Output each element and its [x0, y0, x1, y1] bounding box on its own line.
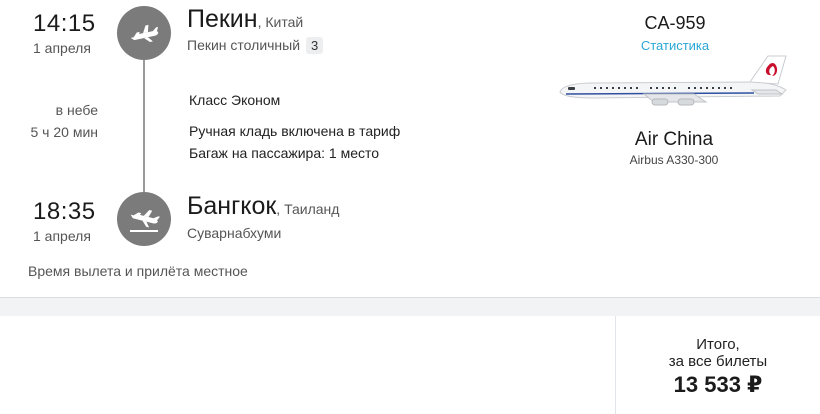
departure-airport: Пекин столичный 3	[187, 37, 324, 54]
arrival-country: , Таиланд	[276, 201, 340, 217]
departure-circle	[117, 6, 171, 60]
inflight-label: в небе	[55, 102, 98, 118]
plane-takeoff-icon	[130, 24, 159, 42]
total-label-line2: за все билеты	[668, 353, 768, 370]
departure-country: , Китай	[257, 14, 304, 30]
inflight-duration: 5 ч 20 мин	[30, 124, 99, 140]
arrival-circle	[117, 192, 171, 246]
section-gap	[0, 298, 820, 316]
summary-divider	[615, 316, 616, 414]
price-summary-bar: Итого, за все билеты 13 533 ₽	[0, 316, 820, 414]
total-label-line1: Итого,	[696, 336, 740, 353]
arrival-airport: Суварнабхуми	[187, 225, 282, 241]
total-label: Итого, за все билеты	[618, 336, 818, 370]
arrival-time: 18:35	[33, 198, 96, 225]
arrival-city: Бангкок, Таиланд	[187, 192, 339, 221]
terminal-badge: 3	[306, 37, 324, 54]
departure-time: 14:15	[33, 10, 96, 37]
departure-city: Пекин, Китай	[187, 5, 303, 34]
flight-details-card: 14:15 1 апреля Пекин, Китай Пекин столич…	[0, 0, 820, 298]
arrival-city-name: Бангкок	[187, 192, 277, 220]
total-price: 13 533 ₽	[673, 372, 763, 397]
carry-on-info: Ручная кладь включена в тариф	[189, 123, 401, 139]
airline-aircraft-image	[554, 50, 794, 117]
departure-airport-name: Пекин столичный	[187, 37, 301, 53]
flight-number: CA-959	[644, 13, 706, 33]
fare-class: Класс Эконом	[189, 92, 281, 108]
baggage-info: Багаж на пассажира: 1 место	[189, 145, 380, 161]
timeline-line	[143, 58, 145, 192]
airline-name: Air China	[634, 129, 714, 150]
departure-city-name: Пекин	[187, 5, 258, 33]
plane-landing-icon	[130, 210, 161, 232]
arrival-date: 1 апреля	[33, 228, 91, 244]
departure-date: 1 апреля	[33, 40, 91, 56]
aircraft-model: Airbus A330-300	[629, 153, 719, 167]
local-time-note: Время вылета и прилёта местное	[28, 263, 248, 279]
aircraft-icon	[559, 55, 787, 106]
